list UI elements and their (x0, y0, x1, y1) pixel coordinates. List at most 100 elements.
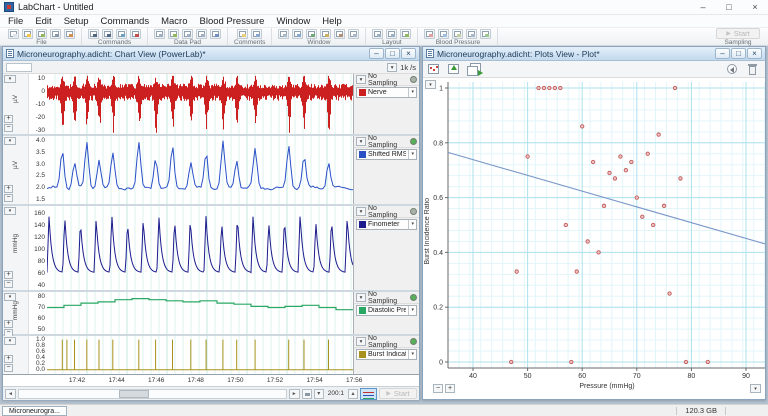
view-width-button[interactable] (301, 388, 312, 399)
select-icon[interactable] (102, 29, 113, 39)
marker-icon[interactable] (116, 29, 127, 39)
channel-zoom-in-button[interactable]: + (4, 320, 13, 329)
plot-x-axis-menu-button[interactable]: ▾ (750, 384, 761, 393)
sampling-start-button[interactable]: ▶ Start (716, 28, 760, 39)
channel-scale-menu-button[interactable]: ▾ (4, 337, 16, 345)
scatter-plot[interactable]: 40 50 60 70 80 90 0 0.2 0.4 0.6 0.8 1 (423, 78, 765, 399)
channel-zoom-out-button[interactable]: − (4, 194, 13, 202)
maximize-button[interactable]: □ (731, 48, 746, 59)
menu-macro[interactable]: Macro (155, 16, 193, 27)
menu-commands[interactable]: Commands (95, 16, 156, 27)
menu-file[interactable]: File (2, 16, 29, 27)
compression-down-button[interactable]: ▾ (313, 388, 324, 399)
menu-window[interactable]: Window (270, 16, 316, 27)
document-tab[interactable]: Microneurogra... (2, 405, 67, 416)
channel-zoom-in-button[interactable]: + (4, 115, 13, 123)
channel-name-select[interactable]: Finometer ▾ (356, 219, 417, 230)
channel-zoom-out-button[interactable]: − (4, 280, 13, 288)
add-comment-icon[interactable] (237, 29, 249, 39)
channel-plot-5[interactable] (47, 336, 353, 374)
scrollbar-thumb[interactable] (119, 389, 149, 398)
menu-blood-pressure[interactable]: Blood Pressure (194, 16, 271, 27)
bp-start-icon[interactable] (424, 29, 436, 39)
channel-zoom-in-button[interactable]: + (4, 185, 13, 193)
minimize-button[interactable]: – (715, 48, 730, 59)
menu-edit[interactable]: Edit (29, 16, 57, 27)
bp-table-icon[interactable] (466, 29, 478, 39)
export-icon[interactable] (64, 29, 75, 39)
datapad-view-icon[interactable] (154, 29, 165, 39)
compression-up-button[interactable]: ▴ (348, 388, 358, 399)
spectrum-icon[interactable] (306, 29, 318, 39)
minimize-button[interactable]: – (369, 48, 384, 59)
channel-name-select[interactable]: Diastolic Press...▾ (356, 305, 417, 316)
scroll-left-button[interactable]: ◄ (5, 388, 16, 399)
channel-sampling-select[interactable]: ▾ No Sampling (354, 73, 419, 87)
channel-name-select[interactable]: Burst Indicator▾ (356, 349, 417, 360)
channel-sampling-select[interactable]: ▾ No Sampling (354, 335, 419, 349)
layout-columns-icon[interactable] (386, 29, 398, 39)
channel-zoom-in-button[interactable]: + (4, 355, 13, 363)
channel-plot-3[interactable] (47, 206, 353, 290)
menu-setup[interactable]: Setup (58, 16, 95, 27)
bp-settings-icon[interactable] (480, 29, 492, 39)
channel-sampling-select[interactable]: ▾ No Sampling (354, 135, 419, 149)
channel-scale-menu-button[interactable]: ▾ (4, 293, 16, 301)
channel-name-select[interactable]: Shifted RMS N...▾ (356, 149, 417, 160)
chart-start-button[interactable]: ▶ Start (379, 388, 417, 399)
scroll-right-button[interactable]: ► (288, 388, 300, 399)
plot-window-titlebar[interactable]: Microneurography.adicht: Plots View - Pl… (423, 47, 765, 61)
print-icon[interactable] (50, 29, 61, 39)
channel-zoom-in-button[interactable]: + (4, 271, 13, 279)
maximize-button[interactable]: □ (385, 48, 400, 59)
stop-marker-icon[interactable] (130, 29, 141, 39)
maximize-button[interactable]: □ (716, 0, 742, 14)
zoom-view-icon[interactable] (292, 29, 304, 39)
new-plot-icon[interactable] (427, 63, 443, 76)
import-icon[interactable] (36, 29, 47, 39)
datapad-select-icon[interactable] (182, 29, 193, 39)
plot-zoom-in-button[interactable]: + (445, 384, 455, 393)
open-file-icon[interactable] (22, 29, 33, 39)
duplicate-plot-icon[interactable] (467, 62, 483, 76)
chart-window-titlebar[interactable]: Microneurography.adicht: Chart View (Pow… (3, 47, 419, 61)
close-button[interactable]: × (401, 48, 416, 59)
channel-plot-1[interactable] (47, 74, 353, 134)
channel-sampling-select[interactable]: ▾ No Sampling (354, 205, 419, 219)
layout-export-icon[interactable] (400, 29, 412, 39)
channel-sampling-select[interactable]: ▾ No Sampling (354, 291, 419, 305)
comments-window-icon[interactable] (251, 29, 263, 39)
datapad-window-icon[interactable] (210, 29, 221, 39)
channel-zoom-out-button[interactable]: − (4, 124, 13, 132)
minimize-button[interactable]: – (690, 0, 716, 14)
new-file-icon[interactable] (8, 29, 19, 39)
find-icon[interactable] (88, 29, 99, 39)
datapad-add-row-icon[interactable] (168, 29, 179, 39)
layout-grid-icon[interactable] (372, 29, 384, 39)
channel-plot-2[interactable] (47, 136, 353, 204)
plot-zoom-out-button[interactable]: − (433, 384, 443, 393)
channel-plot-4[interactable] (47, 292, 353, 334)
revert-icon[interactable] (725, 63, 741, 76)
copy-window-icon[interactable] (348, 29, 360, 39)
channel-name-select[interactable]: Nerve ▾ (356, 87, 417, 98)
export-plot-icon[interactable] (447, 63, 463, 76)
channel-scale-menu-button[interactable]: ▾ (4, 137, 16, 145)
chart-hscrollbar[interactable] (18, 388, 287, 399)
bp-calc-icon[interactable] (452, 29, 464, 39)
menu-help[interactable]: Help (316, 16, 348, 27)
channel-zoom-out-button[interactable]: − (4, 364, 13, 372)
channel-scale-menu-button[interactable]: ▾ (4, 207, 16, 215)
scroll-preview-button[interactable] (360, 387, 377, 400)
channel-scale-menu-button[interactable]: ▾ (4, 75, 16, 83)
datapad-autosize-icon[interactable] (196, 29, 207, 39)
tile-windows-icon[interactable] (278, 29, 290, 39)
bp-view-icon[interactable] (438, 29, 450, 39)
plot-y-axis-menu-button[interactable]: ▾ (425, 80, 436, 89)
delete-plot-icon[interactable] (745, 63, 761, 76)
comment-input[interactable] (6, 62, 32, 72)
close-button[interactable]: × (747, 48, 762, 59)
sample-rate-control[interactable]: ▾ 1k /s (387, 62, 416, 72)
map-icon[interactable] (334, 29, 346, 39)
close-button[interactable]: × (742, 0, 768, 14)
